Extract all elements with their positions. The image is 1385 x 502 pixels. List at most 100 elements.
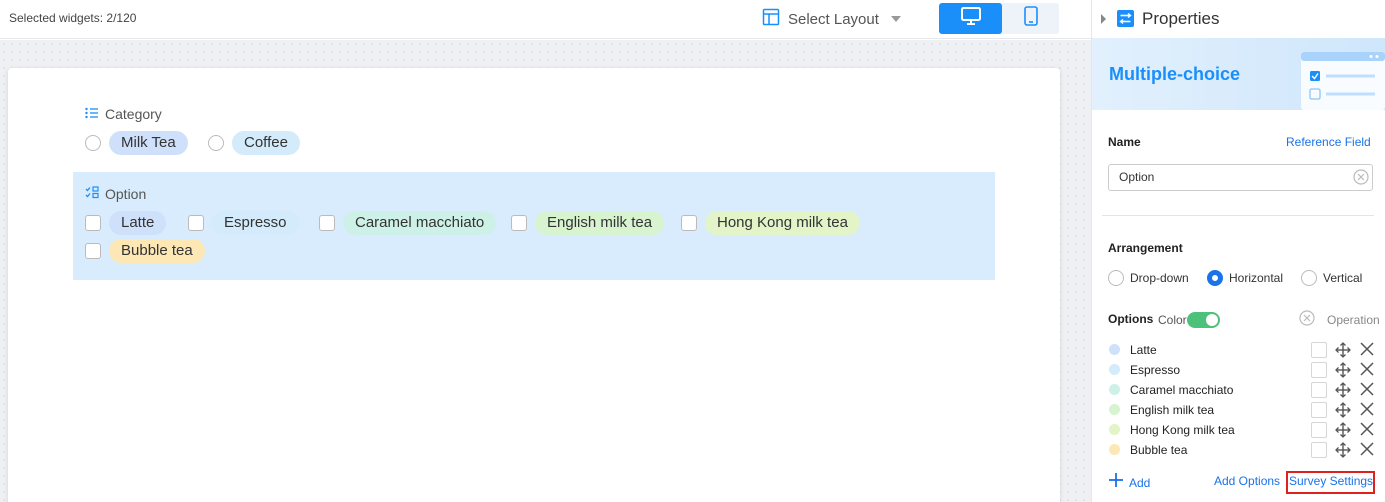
drag-move-icon[interactable] [1335, 362, 1351, 381]
top-toolbar: Selected widgets: 2/120 Select Layout [0, 0, 1091, 39]
category-tag-coffee: Coffee [232, 131, 300, 155]
option-color-dot[interactable] [1109, 364, 1120, 375]
option-tag-english-milk-tea: English milk tea [535, 211, 665, 235]
delete-option-icon[interactable] [1360, 362, 1374, 379]
section-divider [1102, 215, 1374, 216]
category-radio-coffee[interactable] [208, 135, 224, 151]
drag-move-icon[interactable] [1335, 342, 1351, 361]
layout-icon [762, 8, 780, 30]
option-row-checkbox[interactable] [1311, 362, 1327, 378]
option-row-label: Hong Kong milk tea [1130, 423, 1235, 437]
option-row-bubble-tea: Bubble tea [1108, 440, 1378, 460]
option-row-label: English milk tea [1130, 403, 1215, 417]
widget-type-title: Multiple-choice [1109, 64, 1241, 84]
properties-icon [1117, 10, 1134, 32]
list-icon [85, 106, 99, 122]
option-color-dot[interactable] [1109, 344, 1120, 355]
arrangement-option-label: Horizontal [1229, 271, 1284, 285]
arrangement-option-vertical[interactable]: Vertical [1301, 270, 1362, 286]
survey-settings-link[interactable]: Survey Settings [1289, 474, 1373, 488]
drag-move-icon[interactable] [1335, 422, 1351, 441]
option-row-checkbox[interactable] [1311, 342, 1327, 358]
option-color-dot[interactable] [1109, 444, 1120, 455]
clear-input-icon[interactable] [1353, 169, 1369, 190]
arrangement-label: Arrangement [1108, 241, 1183, 255]
option-checkbox-english-milk-tea[interactable] [511, 215, 527, 231]
option-row-caramel-macchiato: Caramel macchiato [1108, 380, 1378, 400]
mobile-icon [1023, 6, 1038, 31]
category-tag-milk-tea: Milk Tea [109, 131, 188, 155]
category-label-text: Category [105, 106, 162, 122]
options-label: Options [1108, 312, 1154, 326]
selected-widgets-count: Selected widgets: 2/120 [9, 11, 137, 25]
select-layout-dropdown[interactable]: Select Layout [762, 8, 901, 30]
color-toggle-switch[interactable] [1187, 312, 1220, 328]
option-row-label: Espresso [1130, 363, 1181, 377]
arrangement-option-label: Vertical [1323, 271, 1363, 285]
option-tag-bubble-tea: Bubble tea [109, 239, 205, 263]
option-checkbox-caramel-macchiato[interactable] [319, 215, 335, 231]
plus-icon [1109, 473, 1123, 492]
option-tag-caramel-macchiato: Caramel macchiato [343, 211, 497, 235]
arrangement-radio-horizontal[interactable] [1207, 270, 1223, 286]
add-option-button[interactable]: Add [1109, 473, 1150, 492]
arrangement-radio-drop-down[interactable] [1108, 270, 1124, 286]
drag-move-icon[interactable] [1335, 442, 1351, 461]
desktop-view-button[interactable] [939, 3, 1002, 34]
add-options-link[interactable]: Add Options [1214, 474, 1280, 488]
operation-label: Operation [1327, 313, 1380, 327]
properties-header: Properties [1092, 0, 1385, 38]
option-checkbox-latte[interactable] [85, 215, 101, 231]
option-row-checkbox[interactable] [1311, 382, 1327, 398]
option-checkbox-espresso[interactable] [188, 215, 204, 231]
drag-move-icon[interactable] [1335, 382, 1351, 401]
option-label-text: Option [105, 186, 147, 202]
widget-type-banner: Multiple-choice [1092, 38, 1385, 110]
option-color-dot[interactable] [1109, 404, 1120, 415]
option-tag-latte: Latte [109, 211, 167, 235]
option-row-label: Bubble tea [1130, 443, 1188, 457]
properties-panel: Properties Multiple-choice Name Referenc… [1091, 0, 1385, 502]
option-tag-hong-kong-milk-tea: Hong Kong milk tea [705, 211, 860, 235]
arrangement-option-drop-down[interactable]: Drop-down [1108, 270, 1189, 286]
delete-option-icon[interactable] [1360, 442, 1374, 459]
properties-title: Properties [1142, 9, 1220, 28]
operation-disabled-icon [1299, 310, 1315, 331]
arrangement-option-horizontal[interactable]: Horizontal [1207, 270, 1283, 286]
collapse-caret-icon[interactable] [1101, 14, 1106, 24]
option-row-checkbox[interactable] [1311, 442, 1327, 458]
delete-option-icon[interactable] [1360, 342, 1374, 359]
reference-field-link[interactable]: Reference Field [1286, 135, 1371, 149]
multiple-choice-illustration-icon [1301, 52, 1385, 115]
chevron-down-icon [890, 16, 901, 22]
category-widget-label[interactable]: Category [85, 106, 162, 122]
mobile-view-button[interactable] [1002, 3, 1059, 34]
name-input[interactable]: Option [1108, 164, 1373, 191]
option-row-label: Caramel macchiato [1130, 383, 1234, 397]
option-color-dot[interactable] [1109, 424, 1120, 435]
desktop-icon [960, 7, 981, 30]
option-widget-label[interactable]: Option [85, 186, 146, 202]
drag-move-icon[interactable] [1335, 402, 1351, 421]
color-label: Color [1158, 313, 1187, 327]
option-row-latte: Latte [1108, 340, 1378, 360]
name-label: Name [1108, 135, 1141, 149]
option-color-dot[interactable] [1109, 384, 1120, 395]
category-radio-milk-tea[interactable] [85, 135, 101, 151]
option-row-checkbox[interactable] [1311, 422, 1327, 438]
option-row-hong-kong-milk-tea: Hong Kong milk tea [1108, 420, 1378, 440]
add-option-label: Add [1129, 475, 1151, 490]
checklist-icon [85, 186, 99, 202]
option-checkbox-hong-kong-milk-tea[interactable] [681, 215, 697, 231]
option-row-checkbox[interactable] [1311, 402, 1327, 418]
arrangement-radio-vertical[interactable] [1301, 270, 1317, 286]
device-toggle [939, 3, 1059, 34]
option-row-english-milk-tea: English milk tea [1108, 400, 1378, 420]
arrangement-option-label: Drop-down [1130, 271, 1189, 285]
option-tag-espresso: Espresso [212, 211, 299, 235]
delete-option-icon[interactable] [1360, 422, 1374, 439]
delete-option-icon[interactable] [1360, 382, 1374, 399]
delete-option-icon[interactable] [1360, 402, 1374, 419]
option-checkbox-bubble-tea[interactable] [85, 243, 101, 259]
option-row-label: Latte [1130, 343, 1157, 357]
